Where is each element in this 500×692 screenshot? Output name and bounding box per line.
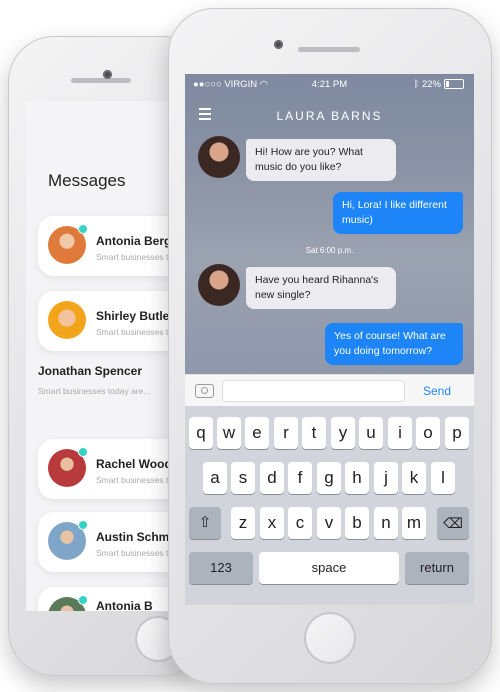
online-indicator: [78, 595, 88, 605]
shift-icon: ⇧: [198, 514, 212, 531]
contact-name: Rachel Woods: [96, 457, 179, 471]
key-i[interactable]: i: [388, 417, 412, 449]
key-k[interactable]: k: [402, 462, 426, 494]
key-c[interactable]: c: [288, 507, 312, 539]
incoming-message: Hi! How are you? What music do you like?: [246, 139, 396, 181]
contact-avatar: [198, 136, 240, 178]
contact-card[interactable]: Austin Schmidt Smart businesses today: [38, 512, 184, 572]
key-p[interactable]: p: [445, 417, 469, 449]
speaker-grille: [71, 78, 131, 83]
key-a[interactable]: a: [203, 462, 227, 494]
key-h[interactable]: h: [345, 462, 369, 494]
key-f[interactable]: f: [288, 462, 312, 494]
online-indicator: [78, 447, 88, 457]
contact-name: Shirley Butler: [96, 309, 175, 323]
key-s[interactable]: s: [231, 462, 255, 494]
contact-row[interactable]: Jonathan Spencer Smart businesses today …: [38, 364, 150, 396]
numbers-key[interactable]: 123: [189, 552, 253, 584]
key-n[interactable]: n: [374, 507, 398, 539]
battery-icon: [444, 79, 464, 90]
camera-icon[interactable]: [195, 384, 214, 398]
online-indicator: [78, 224, 88, 234]
key-l[interactable]: l: [431, 462, 455, 494]
messages-screen: Messages Antonia Berger Smart businesses…: [26, 101, 184, 611]
front-camera: [274, 40, 283, 49]
outgoing-message: Yes of course! What are you doing tomorr…: [325, 323, 463, 365]
shift-key[interactable]: ⇧: [189, 507, 221, 539]
key-g[interactable]: g: [317, 462, 341, 494]
key-m[interactable]: m: [402, 507, 426, 539]
contact-card[interactable]: Antonia B: [38, 587, 184, 611]
key-j[interactable]: j: [374, 462, 398, 494]
speaker-grille: [298, 47, 360, 52]
key-q[interactable]: q: [189, 417, 213, 449]
space-key[interactable]: space: [259, 552, 399, 584]
message-input-bar: Send: [185, 374, 474, 407]
key-r[interactable]: r: [274, 417, 298, 449]
contact-card[interactable]: Antonia Berger Smart businesses today: [38, 216, 184, 276]
key-b[interactable]: b: [345, 507, 369, 539]
messages-title: Messages: [48, 171, 126, 190]
message-timestamp: Sat 6:00 p.m.: [305, 246, 354, 255]
key-v[interactable]: v: [317, 507, 341, 539]
return-key[interactable]: return: [405, 552, 469, 584]
backspace-icon: ⌫: [443, 515, 463, 531]
front-phone: ●●○○○ VIRGIN ◠ 4:21 PM ᛒ 22% LAURA BARNS…: [168, 8, 492, 684]
incoming-message: Have you heard Rihanna's new single?: [246, 267, 396, 309]
avatar: [48, 301, 86, 339]
contact-avatar: [198, 264, 240, 306]
send-button[interactable]: Send: [423, 384, 451, 398]
chat-screen: ●●○○○ VIRGIN ◠ 4:21 PM ᛒ 22% LAURA BARNS…: [185, 74, 474, 605]
key-t[interactable]: t: [302, 417, 326, 449]
outgoing-message: Hi, Lora! I like different music): [333, 192, 463, 234]
contact-name: Jonathan Spencer: [38, 364, 143, 378]
key-o[interactable]: o: [416, 417, 440, 449]
key-y[interactable]: y: [331, 417, 355, 449]
status-bar: ●●○○○ VIRGIN ◠ 4:21 PM ᛒ 22%: [185, 74, 474, 94]
contact-preview: Smart businesses today are...: [38, 386, 151, 396]
battery-status: ᛒ 22%: [414, 79, 464, 90]
key-u[interactable]: u: [359, 417, 383, 449]
key-d[interactable]: d: [260, 462, 284, 494]
front-camera: [103, 70, 112, 79]
key-z[interactable]: z: [231, 507, 255, 539]
chat-title: LAURA BARNS: [276, 109, 383, 123]
contact-card[interactable]: Shirley Butler Smart businesses today: [38, 291, 184, 351]
online-indicator: [78, 520, 88, 530]
bluetooth-icon: ᛒ: [413, 79, 420, 90]
contact-card[interactable]: Rachel Woods Smart businesses today: [38, 439, 184, 499]
home-button[interactable]: [304, 612, 356, 664]
chat-header: LAURA BARNS: [185, 106, 474, 126]
battery-percent: 22%: [421, 79, 441, 90]
contact-name: Antonia B: [96, 599, 153, 611]
message-input[interactable]: [222, 380, 405, 402]
key-w[interactable]: w: [217, 417, 241, 449]
key-e[interactable]: e: [245, 417, 269, 449]
backspace-key[interactable]: ⌫: [437, 507, 469, 539]
key-x[interactable]: x: [260, 507, 284, 539]
keyboard: q w e r t y u i o p a s d f g h j k l ⇧ …: [185, 406, 474, 605]
